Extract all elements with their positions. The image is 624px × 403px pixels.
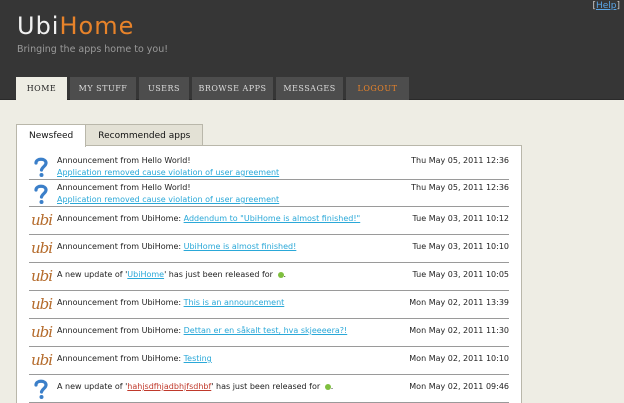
feed-item-date: Mon May 02, 2011 09:46 <box>409 382 509 391</box>
question-icon <box>34 184 48 204</box>
feed-item: ubi A new update of 'UbiHome' has just b… <box>29 264 509 291</box>
feed-item-link[interactable]: UbiHome is almost finished! <box>184 242 297 251</box>
feed-item-text: Announcement from UbiHome: UbiHome is al… <box>57 242 296 251</box>
logo-text-home: Home <box>59 12 135 40</box>
main-nav: HOME MY STUFF USERS BROWSE APPS MESSAGES… <box>16 77 409 100</box>
logo-text-ubi: Ubi <box>17 12 60 40</box>
platform-icon <box>324 383 331 390</box>
feed-item-date: Tue May 03, 2011 10:05 <box>412 270 509 279</box>
feed-item-suffix: ' has just been released for <box>211 382 321 391</box>
feed-item-date: Tue May 03, 2011 10:12 <box>412 214 509 223</box>
feed-item-date: Thu May 05, 2011 12:36 <box>411 183 509 192</box>
feed-item-text: Announcement from Hello World! <box>57 183 191 192</box>
ubi-icon: ubi <box>31 211 53 229</box>
feed-item: ubi Announcement from UbiHome: Testing M… <box>29 348 509 375</box>
tab-recommended-apps[interactable]: Recommended apps <box>85 124 204 146</box>
question-icon <box>34 379 48 399</box>
feed-item-link[interactable]: Dettan er en såkalt test, hva skjeeeera?… <box>184 326 348 335</box>
help-link[interactable]: Help <box>596 1 617 11</box>
feed-item: Announcement from Hello World! Applicati… <box>29 154 509 180</box>
nav-tab-my-stuff[interactable]: MY STUFF <box>70 77 136 100</box>
feed-item-prefix: A new update of ' <box>57 382 128 391</box>
feed-item: ubi Announcement from UbiHome: Addendum … <box>29 208 509 235</box>
feed-item-text: A new update of 'hahjsdfhjadbhjfsdhbf' h… <box>57 382 334 391</box>
ubi-icon: ubi <box>31 295 53 313</box>
ubi-icon: ubi <box>31 351 53 369</box>
feed-item-app-link[interactable]: hahjsdfhjadbhjfsdhbf <box>127 382 211 391</box>
feed-item-link[interactable]: This is an announcement <box>184 298 285 307</box>
feed-item-prefix: Announcement from UbiHome: <box>57 214 184 223</box>
platform-icon <box>277 271 284 278</box>
feed-item-prefix: Announcement from UbiHome: <box>57 298 184 307</box>
feed-item-date: Mon May 02, 2011 13:39 <box>409 298 509 307</box>
feed-item-suffix: ' has just been released for <box>164 270 273 279</box>
feed-item: Announcement from Hello World! Applicati… <box>29 181 509 207</box>
feed-item-text: Announcement from UbiHome: This is an an… <box>57 298 284 307</box>
nav-tab-users[interactable]: USERS <box>139 77 189 100</box>
feed-item-text: Announcement from Hello World! <box>57 156 191 165</box>
feed-item-link[interactable]: Testing <box>184 354 212 363</box>
nav-tab-home[interactable]: HOME <box>16 77 67 100</box>
feed-item-date: Thu May 05, 2011 12:36 <box>411 156 509 165</box>
question-icon <box>34 157 48 177</box>
feed-item-link[interactable]: Addendum to "UbiHome is almost finished!… <box>184 214 361 223</box>
feed-item-date: Mon May 02, 2011 10:10 <box>409 354 509 363</box>
help-bracket-close: ] <box>616 1 620 11</box>
ubi-icon: ubi <box>31 323 53 341</box>
site-logo[interactable]: UbiHome <box>17 12 134 40</box>
feed-item-text: A new update of 'UbiHome' has just been … <box>57 270 287 279</box>
feed-item-text: Announcement from UbiHome: Testing <box>57 354 212 363</box>
newsfeed-panel: Announcement from Hello World! Applicati… <box>16 145 522 403</box>
ubi-icon: ubi <box>31 239 53 257</box>
feed-item-prefix: A new update of ' <box>57 270 128 279</box>
feed-item-app-link[interactable]: UbiHome <box>127 270 164 279</box>
nav-tab-browse-apps[interactable]: BROWSE APPS <box>192 77 273 100</box>
feed-item-date: Mon May 02, 2011 11:30 <box>409 326 509 335</box>
feed-item: ubi Announcement from UbiHome: Dettan er… <box>29 320 509 347</box>
feed-item-prefix: Announcement from UbiHome: <box>57 326 184 335</box>
nav-tab-logout[interactable]: LOGOUT <box>346 77 409 100</box>
main-content: Newsfeed Recommended apps Announcement f… <box>16 124 522 403</box>
nav-tab-messages[interactable]: MESSAGES <box>276 77 343 100</box>
feed-item: ubi Announcement from UbiHome: This is a… <box>29 292 509 319</box>
feed-item-link[interactable]: Application removed cause violation of u… <box>57 168 279 177</box>
feed-item-date: Tue May 03, 2011 10:10 <box>412 242 509 251</box>
content-tabs: Newsfeed Recommended apps <box>16 124 204 147</box>
help-area: [Help] <box>592 1 620 11</box>
feed-item: A new update of 'hahjsdfhjadbhjfsdhbf' h… <box>29 376 509 403</box>
feed-item-prefix: Announcement from UbiHome: <box>57 354 184 363</box>
site-tagline: Bringing the apps home to you! <box>17 44 169 55</box>
feed-item-link[interactable]: Application removed cause violation of u… <box>57 195 279 204</box>
feed-item-prefix: Announcement from UbiHome: <box>57 242 184 251</box>
tab-newsfeed[interactable]: Newsfeed <box>16 124 87 147</box>
feed-item: ubi Announcement from UbiHome: UbiHome i… <box>29 236 509 263</box>
feed-item-text: Announcement from UbiHome: Dettan er en … <box>57 326 347 335</box>
ubi-icon: ubi <box>31 267 53 285</box>
site-header: UbiHome Bringing the apps home to you! [… <box>0 0 624 100</box>
feed-item-text: Announcement from UbiHome: Addendum to "… <box>57 214 360 223</box>
